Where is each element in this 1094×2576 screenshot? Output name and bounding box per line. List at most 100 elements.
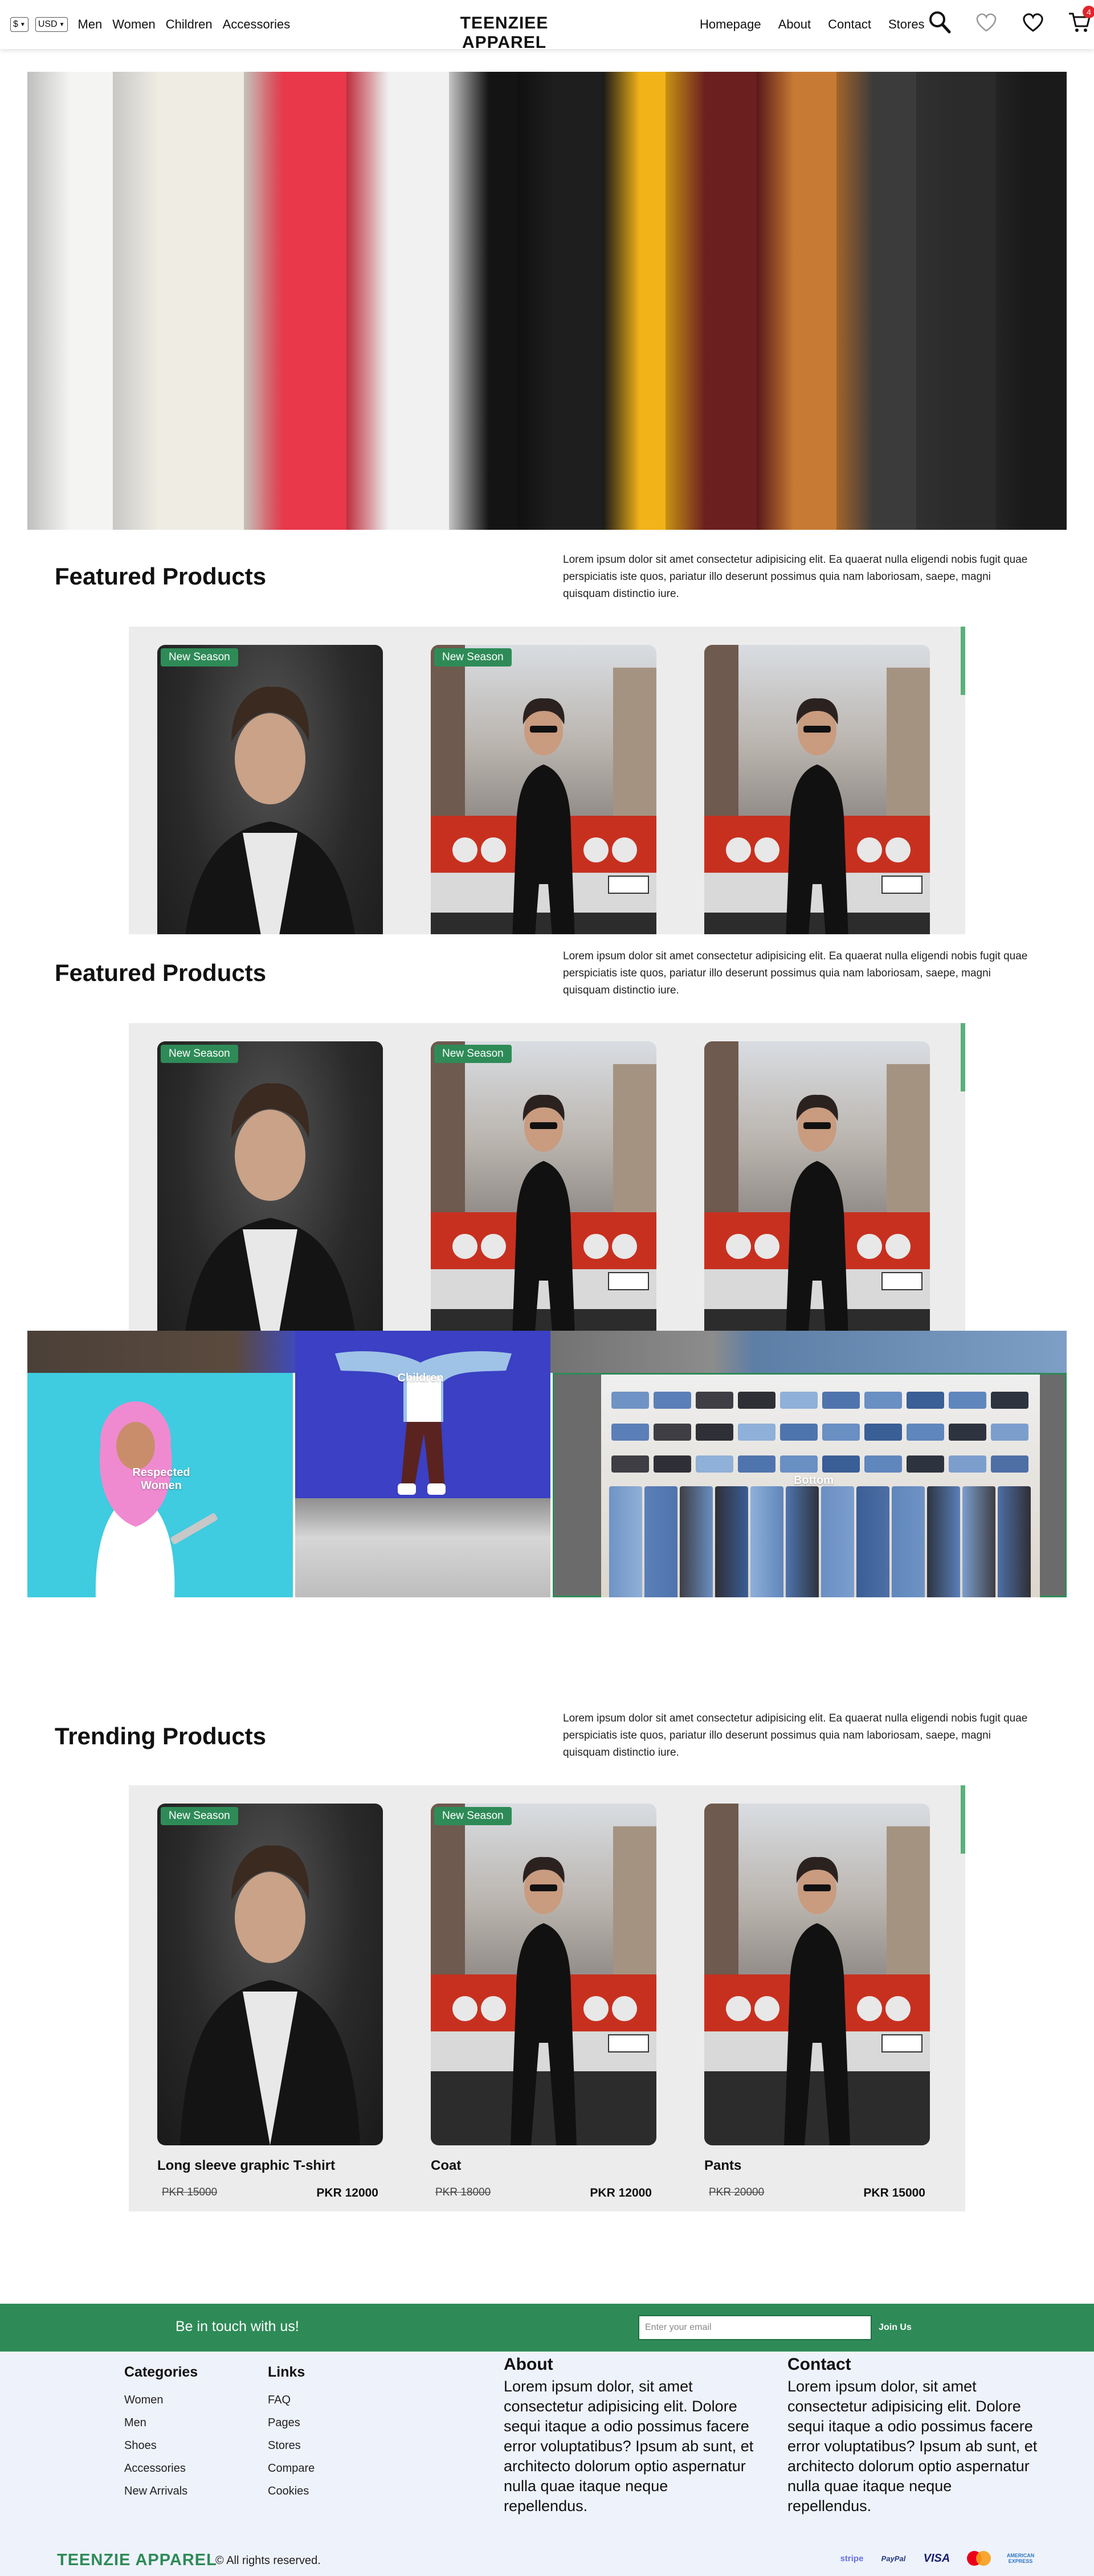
newsletter-text: Be in touch with us!	[175, 2319, 299, 2334]
section-description: Lorem ipsum dolor sit amet consectetur a…	[563, 554, 1028, 600]
folded-jeans	[864, 1455, 902, 1473]
hanging-jeans	[786, 1486, 819, 1597]
new-season-badge: New Season	[161, 1045, 238, 1063]
product-name[interactable]: Long sleeve graphic T-shirt	[157, 2158, 335, 2174]
folded-jeans	[738, 1392, 775, 1409]
currency-select[interactable]: USD ▼	[35, 17, 68, 32]
nav-link-accessories[interactable]: Accessories	[223, 17, 291, 32]
footer-link[interactable]: FAQ	[268, 2389, 315, 2411]
nav-link-children[interactable]: Children	[166, 17, 213, 32]
section-description: Lorem ipsum dolor sit amet consectetur a…	[563, 950, 1028, 996]
product-card[interactable]: New Season Coat PKR 18000 PKR 12000	[431, 1804, 656, 2202]
footer-link[interactable]: Stores	[268, 2434, 315, 2457]
hero-slider[interactable]	[27, 72, 1067, 530]
new-season-badge: New Season	[434, 648, 512, 667]
product-image[interactable]	[704, 645, 930, 934]
language-select[interactable]: $ ▼	[10, 17, 28, 32]
category-banner: Respected Women Children Bottom	[27, 1331, 1067, 1597]
hanging-jeans	[892, 1486, 925, 1597]
heart-outline-icon[interactable]	[974, 10, 998, 34]
product-image[interactable]	[157, 645, 383, 934]
model-red-car	[704, 1804, 930, 2145]
folded-jeans	[822, 1455, 860, 1473]
footer-contact-text: Lorem ipsum dolor, sit amet consectetur …	[787, 2378, 1038, 2514]
product-name[interactable]: Pants	[704, 2158, 741, 2174]
visa-icon: VISA	[923, 2552, 950, 2565]
product-image[interactable]	[157, 1041, 383, 1331]
new-price: PKR 12000	[590, 2186, 652, 2199]
footer-link[interactable]: Shoes	[124, 2434, 198, 2457]
scrollbar-thumb[interactable]	[961, 1023, 965, 1091]
children-ground	[295, 1498, 550, 1597]
folded-jeans	[696, 1424, 733, 1441]
footer-contact: Contact Lorem ipsum dolor, sit amet cons…	[787, 2355, 1038, 2516]
folded-jeans	[611, 1392, 649, 1409]
product-strip[interactable]: New Season Long sleeve graphic T-shirt P…	[129, 1785, 965, 2211]
nav-link-contact[interactable]: Contact	[828, 17, 871, 32]
folded-jeans	[907, 1424, 944, 1441]
scrollbar-thumb[interactable]	[961, 1785, 965, 1854]
hanging-jeans	[750, 1486, 783, 1597]
folded-jeans	[822, 1424, 860, 1441]
cart-icon[interactable]: 4	[1068, 6, 1094, 34]
currency-value: USD	[38, 19, 58, 29]
footer-about-text: Lorem ipsum dolor, sit amet consectetur …	[504, 2378, 754, 2514]
section-title: Featured Products	[55, 959, 267, 986]
nav-link-about[interactable]: About	[778, 17, 811, 32]
chevron-down-icon: ▼	[19, 21, 26, 28]
product-image[interactable]	[431, 1041, 656, 1331]
amex-icon: AMERICAN EXPRESS	[1006, 2553, 1035, 2564]
nav-link-stores[interactable]: Stores	[888, 17, 925, 32]
folded-jeans	[654, 1424, 691, 1441]
email-field[interactable]: Enter your email	[638, 2315, 872, 2340]
product-image[interactable]	[704, 1804, 930, 2145]
nav-left: $ ▼ USD ▼ Men Women Children Accessories	[10, 17, 290, 32]
folded-jeans	[780, 1392, 818, 1409]
hanging-jeans	[680, 1486, 713, 1597]
product-image[interactable]	[431, 645, 656, 934]
new-season-badge: New Season	[161, 648, 238, 667]
product-card[interactable]: New Season Long sleeve graphic T-shirt P…	[157, 1804, 383, 2202]
nav-link-homepage[interactable]: Homepage	[700, 17, 761, 32]
new-season-badge: New Season	[161, 1807, 238, 1825]
newsletter-bar: Be in touch with us! Enter your email Jo…	[0, 2304, 1094, 2352]
product-image[interactable]	[704, 1041, 930, 1331]
top-navbar: $ ▼ USD ▼ Men Women Children Accessories…	[0, 0, 1094, 52]
folded-jeans	[864, 1392, 902, 1409]
product-name[interactable]: Coat	[431, 2158, 461, 2174]
footer-link[interactable]: Accessories	[124, 2457, 198, 2480]
category-women-label[interactable]: Respected Women	[119, 1466, 204, 1493]
join-us-button[interactable]: Join Us	[872, 2315, 919, 2340]
product-image[interactable]	[431, 1804, 656, 2145]
category-children[interactable]	[295, 1331, 550, 1498]
search-icon[interactable]	[928, 10, 952, 34]
section-title: Trending Products	[55, 1723, 267, 1749]
heart-icon[interactable]	[1021, 10, 1045, 34]
footer-link[interactable]: Women	[124, 2389, 198, 2411]
footer-link[interactable]: Men	[124, 2411, 198, 2434]
footer-link[interactable]: Pages	[268, 2411, 315, 2434]
brand-logo[interactable]: TEENZIEE APPAREL	[427, 14, 581, 52]
new-season-badge: New Season	[434, 1807, 512, 1825]
folded-jeans	[991, 1424, 1028, 1441]
nav-link-men[interactable]: Men	[78, 17, 103, 32]
footer-link[interactable]: Cookies	[268, 2480, 315, 2503]
product-strip[interactable]: New Season New Season	[129, 627, 965, 934]
footer-brand[interactable]: TEENZIE APPAREL	[57, 2551, 217, 2570]
footer: Categories Women Men Shoes Accessories N…	[0, 2352, 1094, 2576]
folded-jeans	[654, 1455, 691, 1473]
new-price: PKR 15000	[863, 2186, 925, 2199]
footer-link[interactable]: New Arrivals	[124, 2480, 198, 2503]
scrollbar-thumb[interactable]	[961, 627, 965, 695]
hanging-jeans	[856, 1486, 889, 1597]
product-card[interactable]: Pants PKR 20000 PKR 15000	[704, 1804, 930, 2202]
product-image[interactable]	[157, 1804, 383, 2145]
nav-link-women[interactable]: Women	[112, 17, 155, 32]
category-children-label[interactable]: Children	[386, 1372, 455, 1385]
folded-jeans	[738, 1424, 775, 1441]
category-bottom-label[interactable]: Bottom	[779, 1474, 848, 1487]
product-strip[interactable]: New Season New Season	[129, 1023, 965, 1331]
footer-heading: Links	[268, 2364, 305, 2380]
footer-link[interactable]: Compare	[268, 2457, 315, 2480]
folded-jeans	[949, 1424, 986, 1441]
